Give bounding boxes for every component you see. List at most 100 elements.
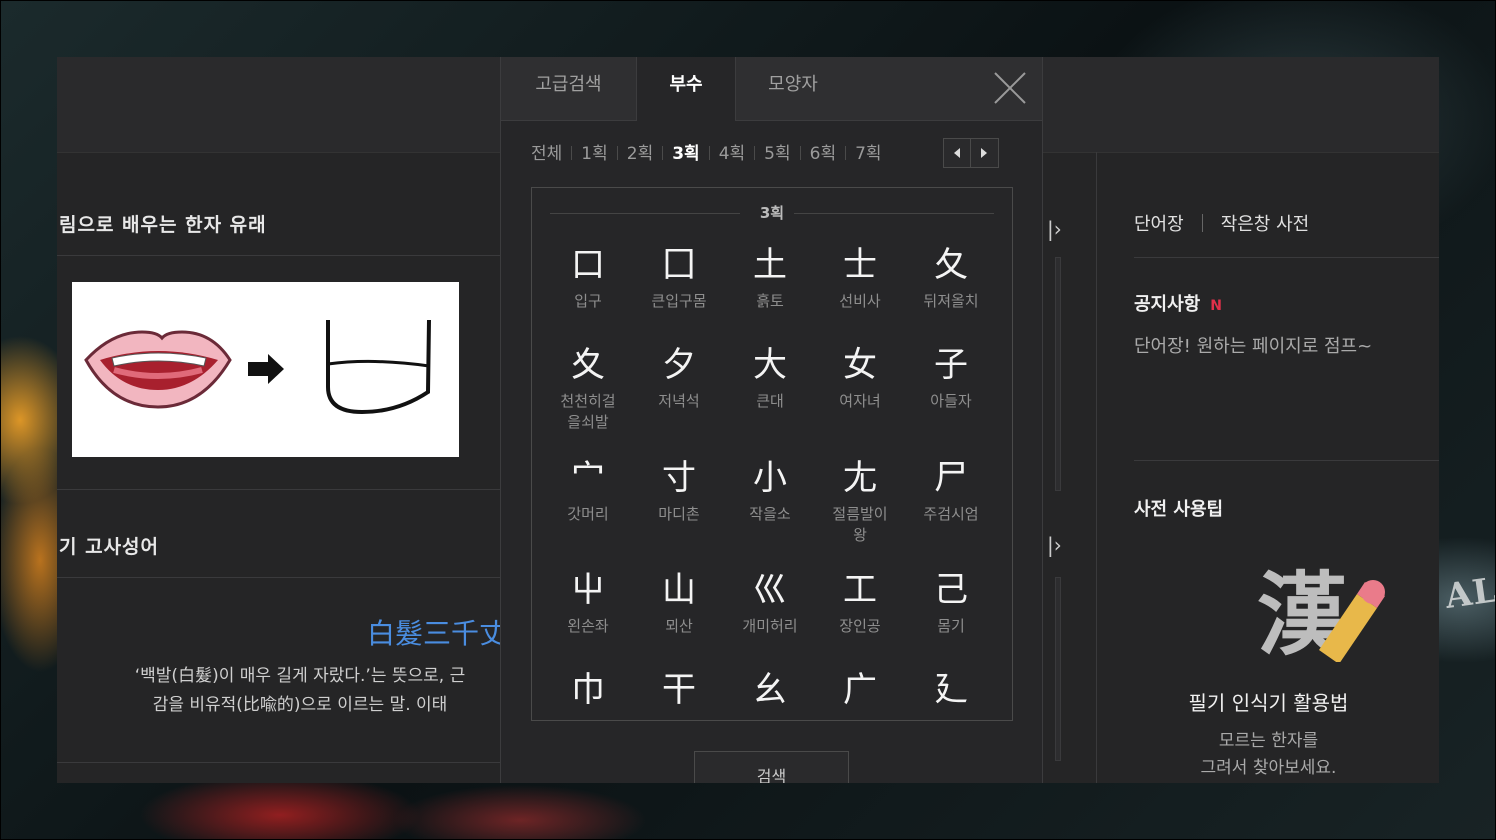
tab-radical[interactable]: 부수 <box>636 57 736 121</box>
radical-item[interactable]: 尢 절름발이 왕 <box>815 456 905 546</box>
tab-shape[interactable]: 모양자 <box>735 57 851 120</box>
radical-item[interactable]: 夂 뒤져올치 <box>906 243 996 312</box>
idiom-hanja-link[interactable]: 白髮三千丈 <box>367 612 507 652</box>
radical-item[interactable]: 尸 주검시엄 <box>906 456 996 525</box>
hanja-origin-illustration[interactable] <box>72 282 459 457</box>
radical-item[interactable]: 小 작을소 <box>725 456 815 525</box>
stroke-filter-all[interactable]: 전체 <box>531 144 562 164</box>
section-title-hanja-origin: 림으로 배우는 한자 유래 <box>59 214 267 236</box>
stroke-filter-6[interactable]: 6획 <box>810 144 836 164</box>
radical-name: 선비사 <box>839 292 881 310</box>
radical-char: 囗 <box>662 245 696 285</box>
grid-stroke-label: 3획 <box>759 204 785 222</box>
radical-name: 큰대 <box>756 392 784 410</box>
pencil-icon <box>1319 580 1385 662</box>
radical-name: 주검시엄 <box>923 505 979 523</box>
radical-char: 夕 <box>662 345 696 385</box>
radical-item[interactable]: 宀 갓머리 <box>543 456 633 525</box>
radical-item[interactable]: 巛 개미허리 <box>725 568 815 637</box>
divider <box>57 255 500 256</box>
radical-char: 夊 <box>571 345 605 385</box>
middle-content-box <box>1055 257 1061 491</box>
radical-item[interactable]: 屮 왼손좌 <box>543 568 633 637</box>
radical-char: 夂 <box>934 245 968 285</box>
stroke-filter-1[interactable]: 1획 <box>581 144 607 164</box>
section-title-idioms: 기 고사성어 <box>59 536 160 558</box>
stroke-filter-2[interactable]: 2획 <box>627 144 653 164</box>
radical-name: 몸기 <box>937 617 965 635</box>
radical-char: 干 <box>662 670 696 710</box>
radical-item[interactable]: 巾 <box>543 668 633 716</box>
radical-char: 己 <box>934 570 968 610</box>
radical-name: 마디촌 <box>658 505 700 523</box>
tip-section-title: 사전 사용팁 <box>1134 499 1224 520</box>
close-icon <box>994 72 1026 104</box>
tab-advanced-search[interactable]: 고급검색 <box>501 57 636 120</box>
new-badge: N <box>1210 298 1222 314</box>
tip-sub-line2: 그려서 찾아보세요. <box>1200 758 1337 778</box>
radical-item[interactable]: 女 여자녀 <box>815 343 905 412</box>
radical-name: 뫼산 <box>665 617 693 635</box>
mini-dictionary-link[interactable]: 작은창 사전 <box>1221 214 1310 235</box>
mouth-to-character-image <box>84 319 431 415</box>
caret-right-icon <box>981 148 987 158</box>
radical-name: 뒤져올치 <box>923 292 979 310</box>
radical-item[interactable]: 土 흙토 <box>725 243 815 312</box>
caret-left-icon <box>954 148 960 158</box>
radical-item[interactable]: 山 뫼산 <box>634 568 724 637</box>
radical-item[interactable]: 子 아들자 <box>906 343 996 412</box>
notice-title-label: 공지사항 <box>1134 294 1201 315</box>
radical-char: 小 <box>753 458 787 498</box>
notice-item-link[interactable]: 단어장! 원하는 페이지로 점프~ <box>1134 332 1372 358</box>
idiom-desc-line2: 감을 비유적(比喩的)으로 이르는 말. 이태 <box>152 695 448 715</box>
handwriting-tip-logo[interactable]: 漢 <box>1257 552 1387 668</box>
radical-char: 大 <box>753 345 787 385</box>
stroke-filter-3[interactable]: 3획 <box>672 144 699 164</box>
next-page-button[interactable] <box>971 139 997 167</box>
middle-content-box <box>1055 577 1061 761</box>
radical-item[interactable]: 夊 천천히걸 을쇠발 <box>543 343 633 433</box>
tip-subtext: 모르는 한자를 그려서 찾아보세요. <box>1097 728 1439 782</box>
radical-item[interactable]: 廴 <box>906 668 996 716</box>
radical-item[interactable]: 干 <box>634 668 724 716</box>
radical-item[interactable]: 夕 저녁석 <box>634 343 724 412</box>
idiom-desc-line1: ‘백발(白髮)이 매우 길게 자랐다.’는 뜻으로, 근 <box>134 666 466 686</box>
radical-name: 흙토 <box>756 292 784 310</box>
stroke-filter-4[interactable]: 4획 <box>719 144 745 164</box>
radical-name: 천천히걸 을쇠발 <box>560 392 616 431</box>
radical-char: 口 <box>571 245 605 285</box>
radical-item[interactable]: 己 몸기 <box>906 568 996 637</box>
radical-item[interactable]: 幺 <box>725 668 815 716</box>
radical-item[interactable]: 口 입구 <box>543 243 633 312</box>
radical-char: 尢 <box>843 458 877 498</box>
radical-char: 山 <box>662 570 696 610</box>
radical-item[interactable]: 大 큰대 <box>725 343 815 412</box>
radical-item[interactable]: 工 장인공 <box>815 568 905 637</box>
radical-name: 입구 <box>574 292 602 310</box>
close-button[interactable] <box>991 69 1029 107</box>
prev-page-button[interactable] <box>944 139 971 167</box>
wordbook-link[interactable]: 단어장 <box>1134 214 1184 235</box>
right-column: 단어장 작은창 사전 공지사항 N 단어장! 원하는 페이지로 점프~ 사전 사용팁… <box>1096 152 1439 783</box>
tip-heading-link[interactable]: 필기 인식기 활용법 <box>1097 687 1439 716</box>
radical-name: 갓머리 <box>567 505 609 523</box>
stroke-filter-5[interactable]: 5획 <box>764 144 790 164</box>
radical-item[interactable]: 广 <box>815 668 905 716</box>
left-column: 림으로 배우는 한자 유래 기 고사성어 白髮三千丈 ‘백발(白髮)이 매우 길… <box>57 152 507 783</box>
stroke-filter-7[interactable]: 7획 <box>855 144 881 164</box>
next-arrow-icon[interactable]: |› <box>1047 533 1062 557</box>
search-button[interactable]: 검색 <box>694 751 849 783</box>
quick-links: 단어장 작은창 사전 <box>1134 210 1309 236</box>
radical-char: 广 <box>843 670 877 710</box>
radical-char: 巾 <box>571 670 605 710</box>
radical-char: 土 <box>753 245 787 285</box>
radical-char: 士 <box>843 245 877 285</box>
radical-char: 宀 <box>571 458 605 498</box>
stroke-pager <box>943 138 999 168</box>
radical-char: 工 <box>843 570 877 610</box>
next-arrow-icon[interactable]: |› <box>1047 217 1062 241</box>
radical-item[interactable]: 寸 마디촌 <box>634 456 724 525</box>
notice-title[interactable]: 공지사항 N <box>1134 290 1222 316</box>
radical-item[interactable]: 士 선비사 <box>815 243 905 312</box>
radical-item[interactable]: 囗 큰입구몸 <box>634 243 724 312</box>
